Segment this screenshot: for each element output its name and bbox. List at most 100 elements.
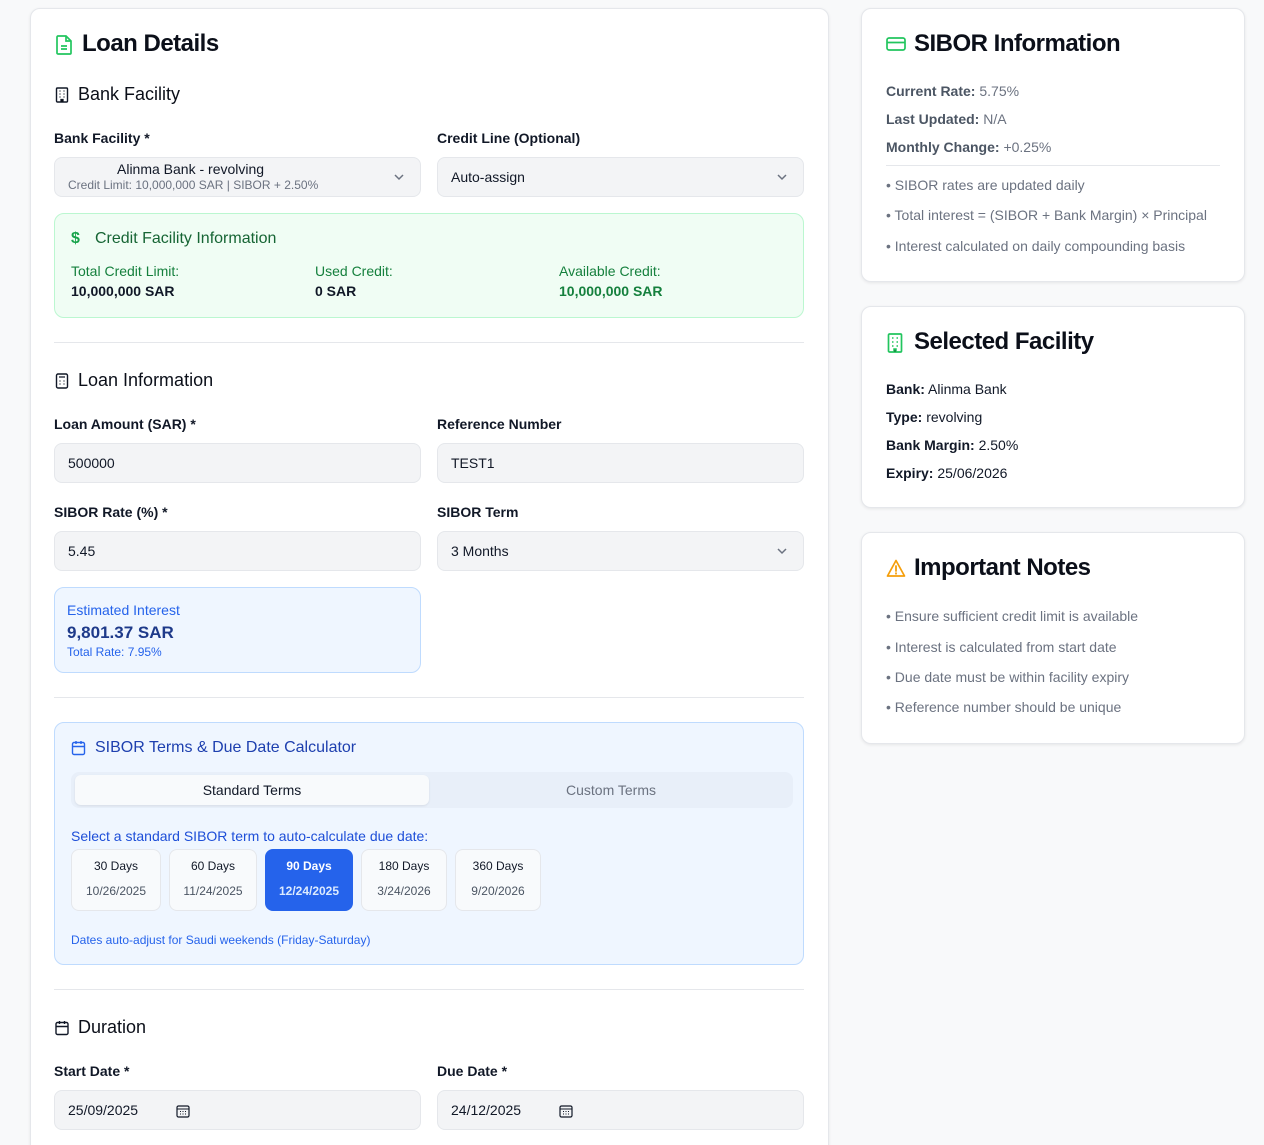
- sibor-note-item: • Interest calculated on daily compoundi…: [886, 238, 1186, 254]
- term-date: 3/24/2026: [377, 884, 431, 898]
- estimated-interest-value: 9,801.37 SAR: [67, 623, 174, 642]
- facility-margin-label: Bank Margin:: [886, 437, 975, 453]
- start-date-value: 25/09/2025: [68, 1102, 139, 1118]
- available-credit-value: 10,000,000 SAR: [559, 283, 663, 299]
- chevron-down-icon: [777, 548, 787, 555]
- note-item: • Reference number should be unique: [886, 699, 1122, 715]
- term-date: 12/24/2025: [278, 884, 340, 898]
- due-date-input[interactable]: 24/12/2025: [437, 1090, 804, 1130]
- building-icon: [887, 333, 903, 353]
- date-picker-icon[interactable]: [176, 1104, 190, 1118]
- term-days: 30 Days: [93, 859, 139, 873]
- last-updated-label: Last Updated:: [886, 111, 980, 127]
- loan-amount-input[interactable]: 500000: [54, 443, 421, 483]
- facility-expiry-row: Expiry: 25/06/2026: [886, 465, 1007, 481]
- credit-line-value: Auto-assign: [451, 169, 525, 185]
- facility-bank-value: Alinma Bank: [928, 381, 1007, 397]
- document-icon: [56, 35, 72, 55]
- start-date-input[interactable]: 25/09/2025: [54, 1090, 421, 1130]
- total-credit-label: Total Credit Limit:: [71, 263, 180, 279]
- term-60-days-button[interactable]: 60 Days 11/24/2025: [169, 849, 257, 911]
- building-icon: [55, 87, 69, 103]
- facility-type-label: Type:: [886, 409, 923, 425]
- due-date-value: 24/12/2025: [451, 1102, 522, 1118]
- last-updated-value: N/A: [983, 111, 1007, 127]
- tab-custom-terms[interactable]: Custom Terms: [433, 775, 789, 805]
- chevron-down-icon: [394, 174, 404, 181]
- note-item: • Due date must be within facility expir…: [886, 669, 1130, 685]
- divider: [54, 989, 804, 990]
- credit-facility-title: Credit Facility Information: [95, 230, 277, 247]
- term-days: 360 Days: [472, 859, 524, 873]
- date-picker-icon[interactable]: [559, 1104, 573, 1118]
- credit-line-select[interactable]: Auto-assign: [437, 157, 804, 197]
- current-rate-value: 5.75%: [979, 83, 1020, 99]
- dollar-icon: $: [71, 230, 80, 247]
- last-updated-row: Last Updated: N/A: [886, 111, 1007, 127]
- sibor-term-value: 3 Months: [451, 543, 509, 559]
- term-days: 90 Days: [286, 859, 332, 873]
- calculator-title: SIBOR Terms & Due Date Calculator: [95, 739, 357, 756]
- bank-facility-label: Bank Facility *: [54, 130, 150, 146]
- term-date: 11/24/2025: [183, 884, 243, 898]
- term-360-days-button[interactable]: 360 Days 9/20/2026: [455, 849, 541, 911]
- total-credit-value: 10,000,000 SAR: [71, 283, 175, 299]
- credit-line-label: Credit Line (Optional): [437, 130, 581, 146]
- divider: [54, 697, 804, 698]
- monthly-change-value: +0.25%: [1003, 139, 1052, 155]
- page-title: Loan Details: [82, 30, 219, 57]
- available-credit-label: Available Credit:: [559, 263, 661, 279]
- sibor-note-item: • Total interest = (SIBOR + Bank Margin)…: [886, 207, 1207, 223]
- calendar-icon: [71, 741, 86, 756]
- current-rate-row: Current Rate: 5.75%: [886, 83, 1019, 99]
- bank-facility-select[interactable]: Alinma Bank - revolving Credit Limit: 10…: [54, 157, 421, 197]
- sibor-rate-value: 5.45: [68, 543, 96, 559]
- weekend-note: Dates auto-adjust for Saudi weekends (Fr…: [71, 933, 371, 947]
- current-rate-label: Current Rate:: [886, 83, 976, 99]
- calculator-instruction: Select a standard SIBOR term to auto-cal…: [71, 828, 429, 844]
- important-notes-title: Important Notes: [914, 554, 1091, 581]
- divider: [886, 165, 1220, 166]
- warning-icon: [886, 559, 906, 577]
- start-date-label: Start Date *: [54, 1063, 130, 1079]
- calculator-icon: [55, 373, 69, 389]
- tab-standard-terms[interactable]: Standard Terms: [75, 775, 429, 805]
- estimated-interest-label: Estimated Interest: [67, 602, 180, 618]
- monthly-change-row: Monthly Change: +0.25%: [886, 139, 1051, 155]
- facility-type-row: Type: revolving: [886, 409, 982, 425]
- due-date-label: Due Date *: [437, 1063, 508, 1079]
- note-item: • Ensure sufficient credit limit is avai…: [886, 608, 1139, 624]
- chevron-down-icon: [777, 174, 787, 181]
- bank-facility-sub: Credit Limit: 10,000,000 SAR | SIBOR + 2…: [68, 178, 319, 192]
- term-date: 10/26/2025: [85, 884, 147, 898]
- sibor-info-title: SIBOR Information: [914, 30, 1121, 57]
- used-credit-value: 0 SAR: [315, 283, 357, 299]
- duration-heading: Duration: [78, 1017, 147, 1037]
- reference-number-label: Reference Number: [437, 416, 562, 432]
- note-item: • Interest is calculated from start date: [886, 639, 1117, 655]
- term-180-days-button[interactable]: 180 Days 3/24/2026: [361, 849, 447, 911]
- facility-margin-value: 2.50%: [978, 437, 1019, 453]
- facility-bank-label: Bank:: [886, 381, 925, 397]
- facility-expiry-label: Expiry:: [886, 465, 934, 481]
- loan-amount-value: 500000: [68, 455, 115, 471]
- divider: [54, 342, 804, 343]
- sibor-rate-label: SIBOR Rate (%) *: [54, 504, 168, 520]
- facility-bank-row: Bank: Alinma Bank: [886, 381, 1007, 397]
- sibor-note-item: • SIBOR rates are updated daily: [886, 177, 1085, 193]
- selected-facility-title: Selected Facility: [914, 328, 1094, 355]
- term-days: 180 Days: [378, 859, 430, 873]
- monthly-change-label: Monthly Change:: [886, 139, 1000, 155]
- bank-facility-heading: Bank Facility: [78, 84, 181, 104]
- term-30-days-button[interactable]: 30 Days 10/26/2025: [71, 849, 161, 911]
- reference-number-input[interactable]: TEST1: [437, 443, 804, 483]
- facility-expiry-value: 25/06/2026: [937, 465, 1008, 481]
- sibor-rate-input[interactable]: 5.45: [54, 531, 421, 571]
- term-90-days-button[interactable]: 90 Days 12/24/2025: [265, 849, 353, 911]
- used-credit-label: Used Credit:: [315, 263, 393, 279]
- reference-number-value: TEST1: [451, 455, 495, 471]
- calendar-icon: [55, 1021, 69, 1036]
- facility-margin-row: Bank Margin: 2.50%: [886, 437, 1018, 453]
- loan-amount-label: Loan Amount (SAR) *: [54, 416, 196, 432]
- sibor-term-select[interactable]: 3 Months: [437, 531, 804, 571]
